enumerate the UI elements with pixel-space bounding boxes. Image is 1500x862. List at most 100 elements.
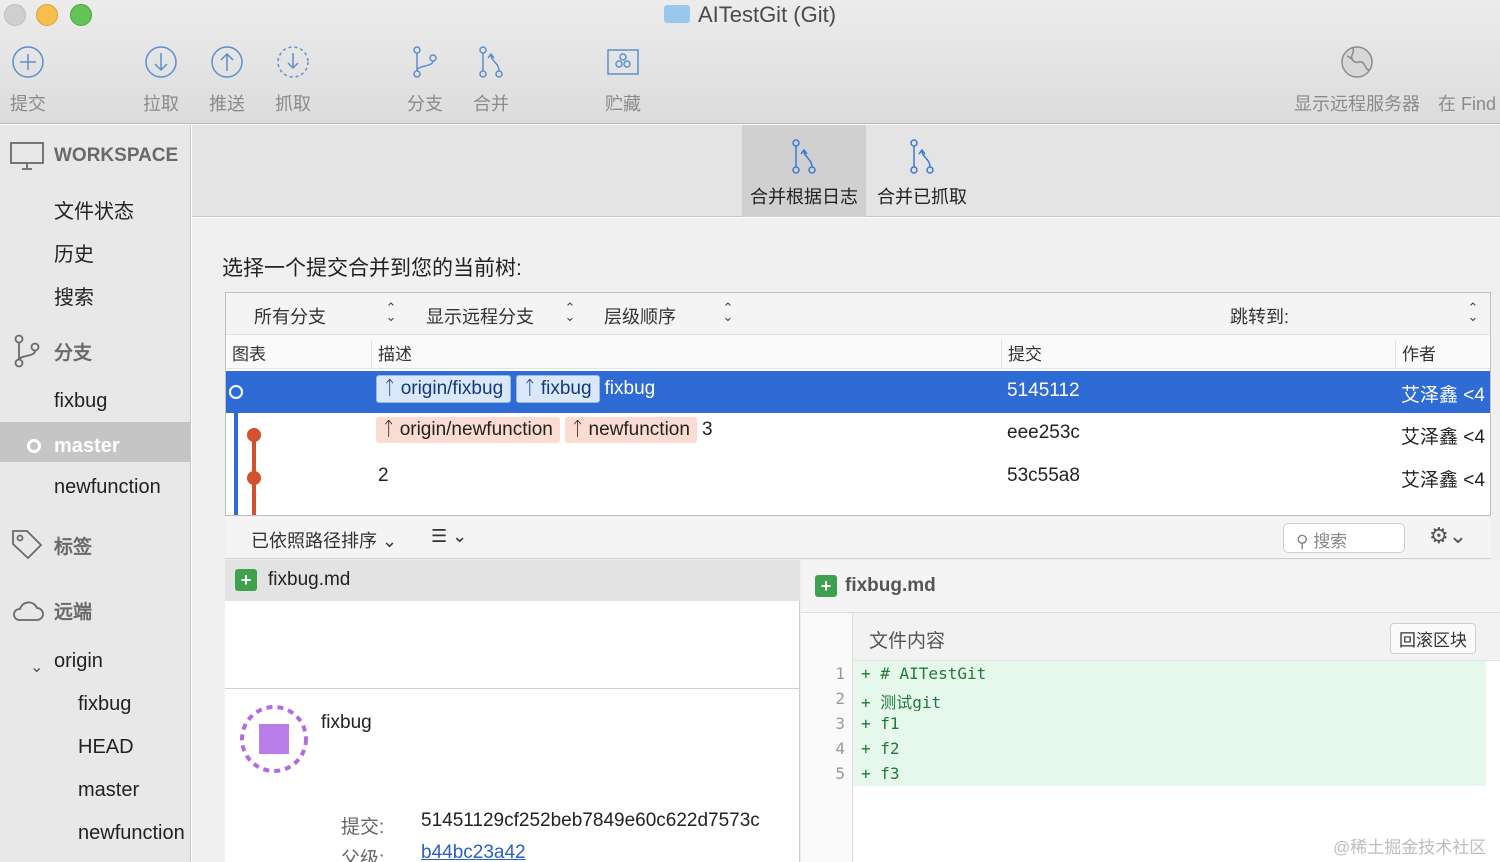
- sidebar-item-remote-branch[interactable]: master: [78, 779, 139, 802]
- show-remote-label: 显示远程服务器: [1294, 94, 1420, 114]
- commit-message: 3: [701, 419, 713, 441]
- column-description[interactable]: 描述: [372, 340, 1002, 368]
- sidebar-item-file-status[interactable]: 文件状态: [54, 195, 134, 224]
- commit-detail-parent-label: 父级:: [341, 849, 385, 862]
- window-title: AITestGit (Git): [0, 2, 1500, 28]
- stash-button[interactable]: 贮藏: [605, 44, 641, 116]
- table-row[interactable]: 2 53c55a8 艾泽鑫 <4: [226, 456, 1490, 498]
- commit-message: 2: [378, 465, 389, 486]
- merge-icon: [910, 139, 934, 174]
- diff-line-text: + 测试git: [861, 693, 942, 712]
- jump-to-select[interactable]: 跳转到:: [1230, 303, 1289, 329]
- diff-pane: + fixbug.md 文件内容 回滚区块 1 + # AITestGit 2 …: [801, 560, 1500, 862]
- merge-button[interactable]: 合并: [473, 44, 509, 116]
- arrow-down-circle-icon: [145, 46, 177, 78]
- tag-icon: [12, 530, 43, 560]
- diff-line: + # AITestGit: [853, 661, 1486, 686]
- sort-label: 已依照路径排序: [251, 531, 377, 551]
- pull-button[interactable]: 拉取: [143, 44, 179, 116]
- show-in-finder-label: 在 Find: [1438, 94, 1497, 114]
- sidebar-item-remote-origin[interactable]: origin: [54, 650, 103, 673]
- diff-line-text: + # AITestGit: [861, 664, 987, 683]
- diff-file-name: fixbug.md: [845, 575, 936, 596]
- commit-table-header: 图表 描述 提交 作者: [226, 335, 1490, 369]
- file-search-input[interactable]: ⚲ 搜索: [1283, 523, 1405, 553]
- column-author[interactable]: 作者: [1396, 340, 1490, 368]
- branch-tag-label: origin/newfunction: [399, 419, 553, 440]
- window-title-text: AITestGit (Git): [697, 2, 837, 27]
- updown-icon: ⌃ ⌄: [1467, 300, 1479, 324]
- search-icon: ⚲: [1296, 532, 1309, 551]
- sidebar-item-remote-branch[interactable]: HEAD: [78, 736, 134, 759]
- all-branches-select[interactable]: 所有分支: [254, 303, 326, 329]
- sidebar-item-remote-branch[interactable]: newfunction: [78, 822, 185, 845]
- avatar: [240, 705, 308, 773]
- gear-icon[interactable]: ⚙⌄: [1429, 523, 1467, 549]
- line-number: 4: [835, 739, 845, 758]
- sidebar-item-branch[interactable]: fixbug: [54, 390, 107, 413]
- file-list-item[interactable]: + fixbug.md: [225, 560, 800, 601]
- commit-author: 艾泽鑫 <4: [1401, 470, 1485, 491]
- table-row[interactable]: ᛏ origin/fixbug ᛏ fixbug fixbug 5145112 艾泽…: [226, 371, 1490, 413]
- workspace-header: WORKSPACE: [10, 141, 178, 171]
- show-in-finder-button[interactable]: 在 Find: [1438, 44, 1496, 116]
- show-remote-branches-select[interactable]: 显示远程分支: [426, 303, 534, 329]
- branch-tag: ᛏ fixbug: [516, 375, 600, 403]
- tags-header[interactable]: 标签: [10, 527, 92, 563]
- line-number: 2: [835, 689, 845, 708]
- sort-by-path-dropdown[interactable]: 已依照路径排序 ⌄: [251, 527, 397, 553]
- commit-button[interactable]: 提交: [10, 44, 46, 116]
- plus-circle-icon: [12, 46, 44, 78]
- tab-merge-from-log-label: 合并根据日志: [750, 187, 858, 207]
- sidebar-item-history[interactable]: 历史: [54, 238, 94, 267]
- updown-icon: ⌃ ⌄: [564, 300, 576, 324]
- push-label: 推送: [209, 94, 245, 114]
- commit-detail-parent-link[interactable]: b44bc23a42: [421, 842, 526, 862]
- merge-label: 合并: [473, 94, 509, 114]
- window-toolbar: AITestGit (Git) 提交 拉取 推送 抓取 分支 合并 贮藏 显示远…: [0, 0, 1500, 124]
- graph-node: [247, 471, 261, 485]
- line-number: 3: [835, 714, 845, 733]
- line-number-gutter: [801, 613, 853, 862]
- column-commit[interactable]: 提交: [1002, 340, 1396, 368]
- column-graph[interactable]: 图表: [226, 340, 372, 368]
- branch-button[interactable]: 分支: [407, 44, 443, 116]
- push-button[interactable]: 推送: [209, 44, 245, 116]
- revert-hunk-button[interactable]: 回滚区块: [1390, 623, 1476, 654]
- diff-line: + f3: [853, 761, 1486, 786]
- diff-line: + f2: [853, 736, 1486, 761]
- list-icon: ☰: [431, 526, 448, 546]
- tab-merge-fetched-label: 合并已抓取: [877, 187, 967, 207]
- branches-header[interactable]: 分支: [10, 333, 92, 369]
- fetch-label: 抓取: [275, 94, 311, 114]
- updown-icon: ⌃ ⌄: [385, 300, 397, 324]
- sidebar-item-branch-label[interactable]: master: [54, 435, 120, 458]
- row-description: ᛏ origin/fixbug ᛏ fixbug fixbug: [376, 375, 655, 403]
- order-select[interactable]: 层级顺序: [604, 303, 676, 329]
- tab-merge-from-log[interactable]: 合并根据日志: [742, 125, 866, 217]
- sidebar-item-search[interactable]: 搜索: [54, 281, 94, 310]
- file-list-toolbar: 已依照路径排序 ⌄ ☰ ⌄ ⚲ 搜索 ⚙⌄: [225, 517, 1491, 559]
- branch-icon: [413, 46, 437, 78]
- show-remote-button[interactable]: 显示远程服务器: [1294, 44, 1420, 116]
- updown-icon: ⌃ ⌄: [722, 300, 734, 324]
- commit-author: 艾泽鑫 <4: [1401, 385, 1485, 406]
- cloud-icon: [13, 601, 44, 621]
- table-row[interactable]: ᛏ origin/newfunction ᛏ newfunction 3 eee25…: [226, 413, 1490, 455]
- sidebar-item-remote-branch[interactable]: fixbug: [78, 693, 131, 716]
- diff-line-text: + f1: [861, 714, 900, 733]
- chevron-down-icon[interactable]: ⌄: [30, 657, 43, 677]
- tab-merge-fetched[interactable]: 合并已抓取: [860, 125, 984, 217]
- pull-label: 拉取: [143, 94, 179, 114]
- sidebar-item-branch[interactable]: newfunction: [54, 476, 161, 499]
- list-view-dropdown[interactable]: ☰ ⌄: [431, 526, 467, 547]
- merge-icon: [479, 46, 503, 78]
- branch-tag-label: newfunction: [588, 419, 690, 440]
- merge-panel: 选择一个提交合并到您的当前树: 所有分支 ⌃ ⌄ 显示远程分支 ⌃ ⌄ 层级顺序 ⌃…: [192, 218, 1500, 862]
- folder-icon: [663, 5, 690, 23]
- commit-author: 艾泽鑫 <4: [1401, 427, 1485, 448]
- current-branch-icon: [27, 439, 41, 453]
- fetch-button[interactable]: 抓取: [275, 44, 311, 116]
- remotes-header[interactable]: 远端: [10, 597, 92, 624]
- diff-line-text: + f2: [861, 739, 900, 758]
